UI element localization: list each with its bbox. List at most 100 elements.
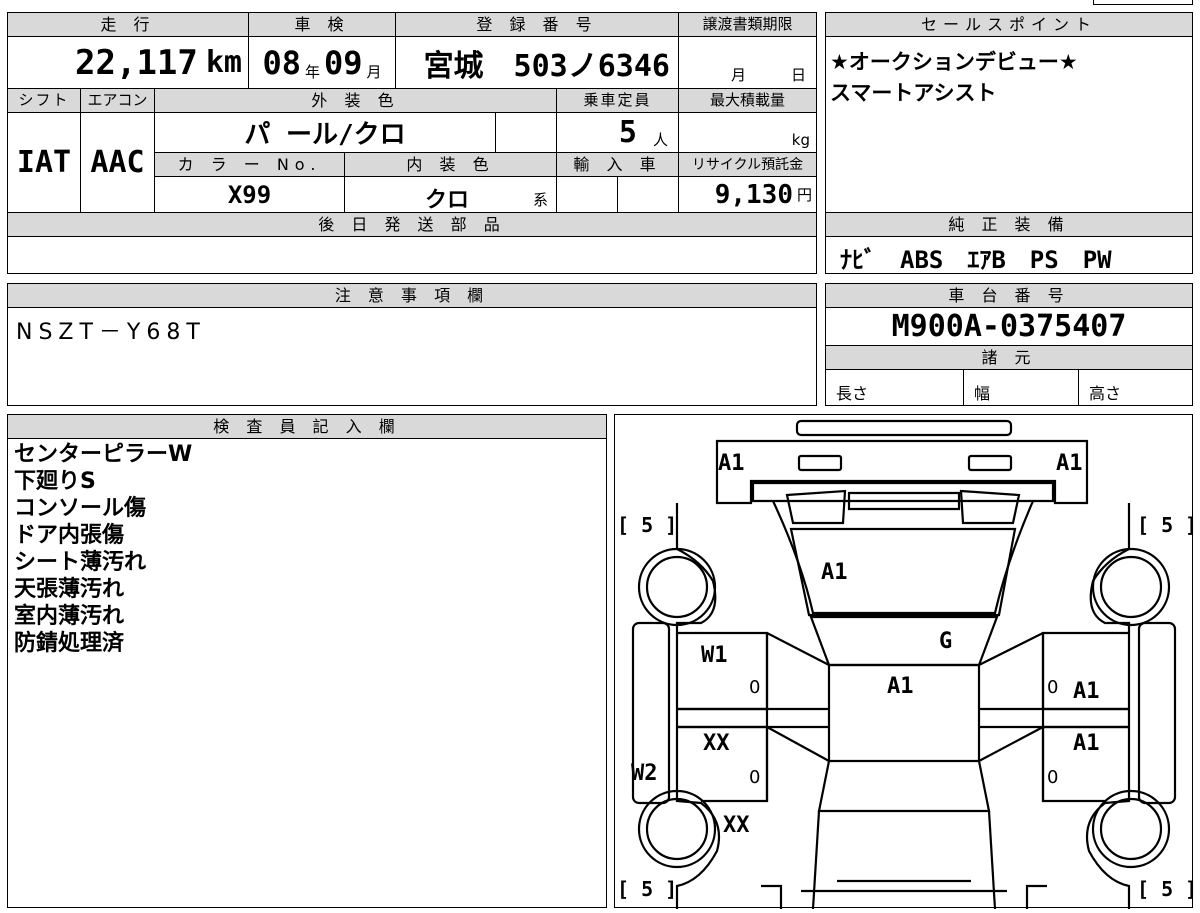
front-left-door-sub: 0 <box>749 677 761 698</box>
roof-grade: A1 <box>887 674 914 699</box>
interior-color-cell: クロ 系 <box>344 176 557 213</box>
mileage-value: 22,117 <box>75 42 198 83</box>
import-header: 輸 入 車 <box>556 152 679 177</box>
sales-point-cell: ★オークションデビュー★ スマートアシスト <box>825 36 1193 213</box>
shift-value: IAT <box>16 145 72 180</box>
specs-header: 諸 元 <box>825 345 1193 370</box>
mileage-cell: 22,117 km <box>7 36 249 89</box>
exterior-color-cell: パ ール/クロ <box>154 112 496 153</box>
inspector-note: 下廻りS <box>14 469 96 494</box>
ac-value: AAC <box>90 145 145 180</box>
max-load-unit: kg <box>791 131 810 149</box>
inspection-cell: 08 年 09 月 <box>248 36 396 89</box>
registration-value: 宮城 503ノ6346 <box>423 48 670 84</box>
height-cell: 高さ <box>1078 369 1193 406</box>
later-parts-header: 後 日 発 送 部 品 <box>7 212 817 237</box>
length-label: 長さ <box>836 384 869 403</box>
max-load-header: 最大積載量 <box>678 88 817 113</box>
exterior-color-value: パ ール/クロ <box>244 120 406 150</box>
capacity-header: 乗車定員 <box>556 88 679 113</box>
equipment-header: 純 正 装 備 <box>825 212 1193 237</box>
damage-diagram-panel: A1 A1 A1 G A1 W1 0 A1 0 XX 0 A1 0 W2 XX … <box>614 414 1197 910</box>
transfer-deadline-header: 譲渡書類期限 <box>678 12 817 37</box>
chassis-cell: M900A-0375407 <box>825 307 1193 346</box>
left-rocker-grade: W2 <box>631 761 658 786</box>
exterior-color-header: 外 装 色 <box>154 88 557 113</box>
color-no-value: X99 <box>227 180 272 209</box>
hood-grade: A1 <box>821 560 848 585</box>
mileage-unit: km <box>205 45 242 80</box>
recycle-fee-value: 9,130 <box>714 179 793 210</box>
notes-cell: NSZT－Y68T <box>7 307 817 406</box>
exterior-extra-cell <box>495 112 557 153</box>
sales-point-line: スマートアシスト <box>830 81 997 105</box>
capacity-unit: 人 <box>652 131 668 149</box>
recycle-fee-header: リサイクル預託金 <box>678 152 817 177</box>
width-label: 幅 <box>974 384 991 403</box>
rear-right-door-sub: 0 <box>1047 767 1059 788</box>
import-cell-right <box>617 176 679 213</box>
tire-rear-left: [ 5 ] <box>617 877 678 901</box>
front-left-bumper-grade: A1 <box>718 451 745 476</box>
recycle-fee-cell: 9,130 円 <box>678 176 817 213</box>
inspector-note: センターピラーW <box>14 442 193 467</box>
capacity-value: 5 <box>618 115 637 150</box>
import-cell-left <box>556 176 618 213</box>
front-right-bumper-grade: A1 <box>1056 451 1083 476</box>
inspector-note: ドア内張傷 <box>14 523 125 548</box>
sales-point-header: セールスポイント <box>825 12 1193 37</box>
windshield-grade: G <box>939 629 953 654</box>
capacity-cell: 5 人 <box>556 112 679 153</box>
inspector-note: シート薄汚れ <box>14 550 147 575</box>
inspector-note: コンソール傷 <box>14 496 147 521</box>
ac-header: エアコン <box>80 88 155 113</box>
rear-left-door-sub: 0 <box>749 767 761 788</box>
width-cell: 幅 <box>963 369 1079 406</box>
equipment-cell: ﾅﾋﾞ ABS ｴｱB PS PW <box>825 236 1193 274</box>
interior-suffix: 系 <box>533 191 549 209</box>
notes-header: 注 意 事 項 欄 <box>7 283 817 308</box>
inspector-header: 検 査 員 記 入 欄 <box>7 414 607 439</box>
top-strip-cell <box>1093 0 1193 5</box>
registration-header: 登 録 番 号 <box>395 12 679 37</box>
length-cell: 長さ <box>825 369 964 406</box>
month-unit: 月 <box>366 63 382 81</box>
max-load-cell: kg <box>678 112 817 153</box>
year-unit: 年 <box>304 63 320 81</box>
front-left-door-grade: W1 <box>701 643 728 668</box>
transfer-month-unit: 月 <box>731 66 747 84</box>
notes-value: NSZT－Y68T <box>16 320 206 345</box>
later-parts-cell <box>7 236 817 274</box>
tire-rear-right: [ 5 ] <box>1137 877 1198 901</box>
inspector-cell: センターピラーW 下廻りS コンソール傷 ドア内張傷 シート薄汚れ 天張薄汚れ … <box>7 438 607 908</box>
rear-left-door-grade: XX <box>703 731 730 756</box>
inspection-year: 08 <box>262 44 301 82</box>
interior-color-header: 内 装 色 <box>344 152 557 177</box>
color-no-cell: X99 <box>154 176 345 213</box>
transfer-day-unit: 日 <box>791 66 807 84</box>
inspector-note: 防錆処理済 <box>14 631 125 656</box>
chassis-header: 車 台 番 号 <box>825 283 1193 308</box>
height-label: 高さ <box>1089 384 1122 403</box>
chassis-value: M900A-0375407 <box>891 309 1127 344</box>
equipment-value: ﾅﾋﾞ ABS ｴｱB PS PW <box>840 246 1112 274</box>
recycle-fee-unit: 円 <box>796 186 812 204</box>
sales-point-line: ★オークションデビュー★ <box>830 50 1078 74</box>
inspector-note: 室内薄汚れ <box>14 604 125 629</box>
interior-color-value: クロ <box>425 188 470 213</box>
tire-front-left: [ 5 ] <box>617 513 678 537</box>
ac-cell: AAC <box>80 112 155 213</box>
tire-front-right: [ 5 ] <box>1137 513 1198 537</box>
shift-header: シフト <box>7 88 81 113</box>
inspection-header: 車 検 <box>248 12 396 37</box>
transfer-deadline-cell: 月 日 <box>678 36 817 89</box>
inspection-month: 09 <box>324 44 363 82</box>
registration-cell: 宮城 503ノ6346 <box>395 36 679 89</box>
mileage-header: 走 行 <box>7 12 249 37</box>
rear-left-quarter-grade: XX <box>723 813 750 838</box>
color-no-header: カ ラ ー No. <box>154 152 345 177</box>
rear-right-door-grade: A1 <box>1073 731 1100 756</box>
front-right-door-grade: A1 <box>1073 679 1100 704</box>
shift-cell: IAT <box>7 112 81 213</box>
front-right-door-sub: 0 <box>1047 677 1059 698</box>
